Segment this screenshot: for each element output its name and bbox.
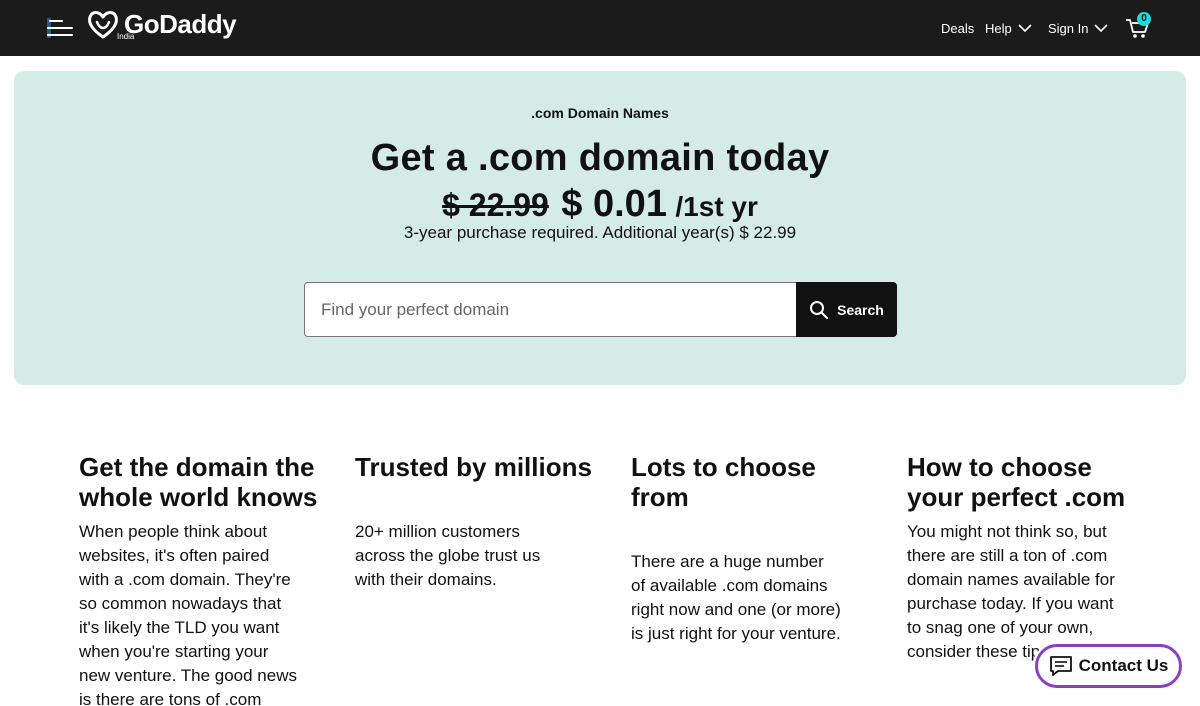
original-price: $ 22.99 (442, 187, 549, 223)
chat-icon (1049, 656, 1072, 676)
feature-column: Trusted by millions 20+ million customer… (355, 452, 595, 592)
feature-title: Get the domain the whole world knows (79, 452, 318, 512)
hero-eyebrow: .com Domain Names (531, 105, 669, 121)
sale-price: $ 0.01 (561, 183, 667, 225)
godaddy-logo-icon (88, 11, 118, 39)
top-navigation-bar: GoDaddy India Deals Help Sign In 0 (0, 0, 1200, 56)
nav-help[interactable]: Help (985, 18, 1032, 38)
search-button-label: Search (837, 301, 884, 318)
menu-icon[interactable] (47, 18, 75, 38)
hero-title: Get a .com domain today (370, 137, 830, 179)
price-disclaimer: 3-year purchase required. Additional yea… (403, 223, 797, 242)
feature-body: When people think about websites, it's o… (79, 522, 297, 706)
chevron-down-icon (1094, 24, 1109, 33)
domain-search-form: Search (304, 282, 897, 337)
feature-title: How to choose your perfect .com (907, 452, 1126, 512)
price-row: $ 22.99 $ 0.01 /1st yr (14, 183, 1186, 226)
logo-region-label: India (117, 32, 135, 41)
nav-sign-in[interactable]: Sign In (1048, 18, 1109, 38)
search-button[interactable]: Search (796, 282, 897, 337)
chevron-down-icon (1018, 24, 1032, 33)
nav-sign-in-label: Sign In (1048, 20, 1089, 36)
contact-us-label: Contact Us (1078, 656, 1169, 675)
feature-column: How to choose your perfect .com You migh… (907, 452, 1137, 664)
contact-us-button[interactable]: Contact Us (1035, 644, 1182, 688)
logo-wordmark: GoDaddy (124, 9, 237, 39)
cart-count-badge: 0 (1137, 12, 1151, 26)
hero-section: .com Domain Names Get a .com domain toda… (14, 71, 1186, 385)
godaddy-logo[interactable]: GoDaddy (86, 6, 237, 50)
feature-column: Lots to choose from There are a huge num… (631, 452, 861, 646)
feature-title: Trusted by millions (355, 452, 592, 482)
search-icon (810, 300, 829, 319)
nav-deals-label: Deals (941, 20, 975, 36)
feature-title: Lots to choose from (631, 452, 816, 512)
feature-body: You might not think so, but there are st… (907, 522, 1115, 661)
feature-body: 20+ million customers across the globe t… (355, 522, 541, 589)
feature-column: Get the domain the whole world knows Whe… (79, 452, 319, 706)
price-term: /1st yr (675, 191, 758, 222)
nav-help-label: Help (985, 20, 1012, 36)
nav-deals[interactable]: Deals (941, 18, 974, 38)
domain-search-input[interactable] (304, 282, 798, 337)
feature-body: There are a huge number of available .co… (631, 552, 841, 643)
